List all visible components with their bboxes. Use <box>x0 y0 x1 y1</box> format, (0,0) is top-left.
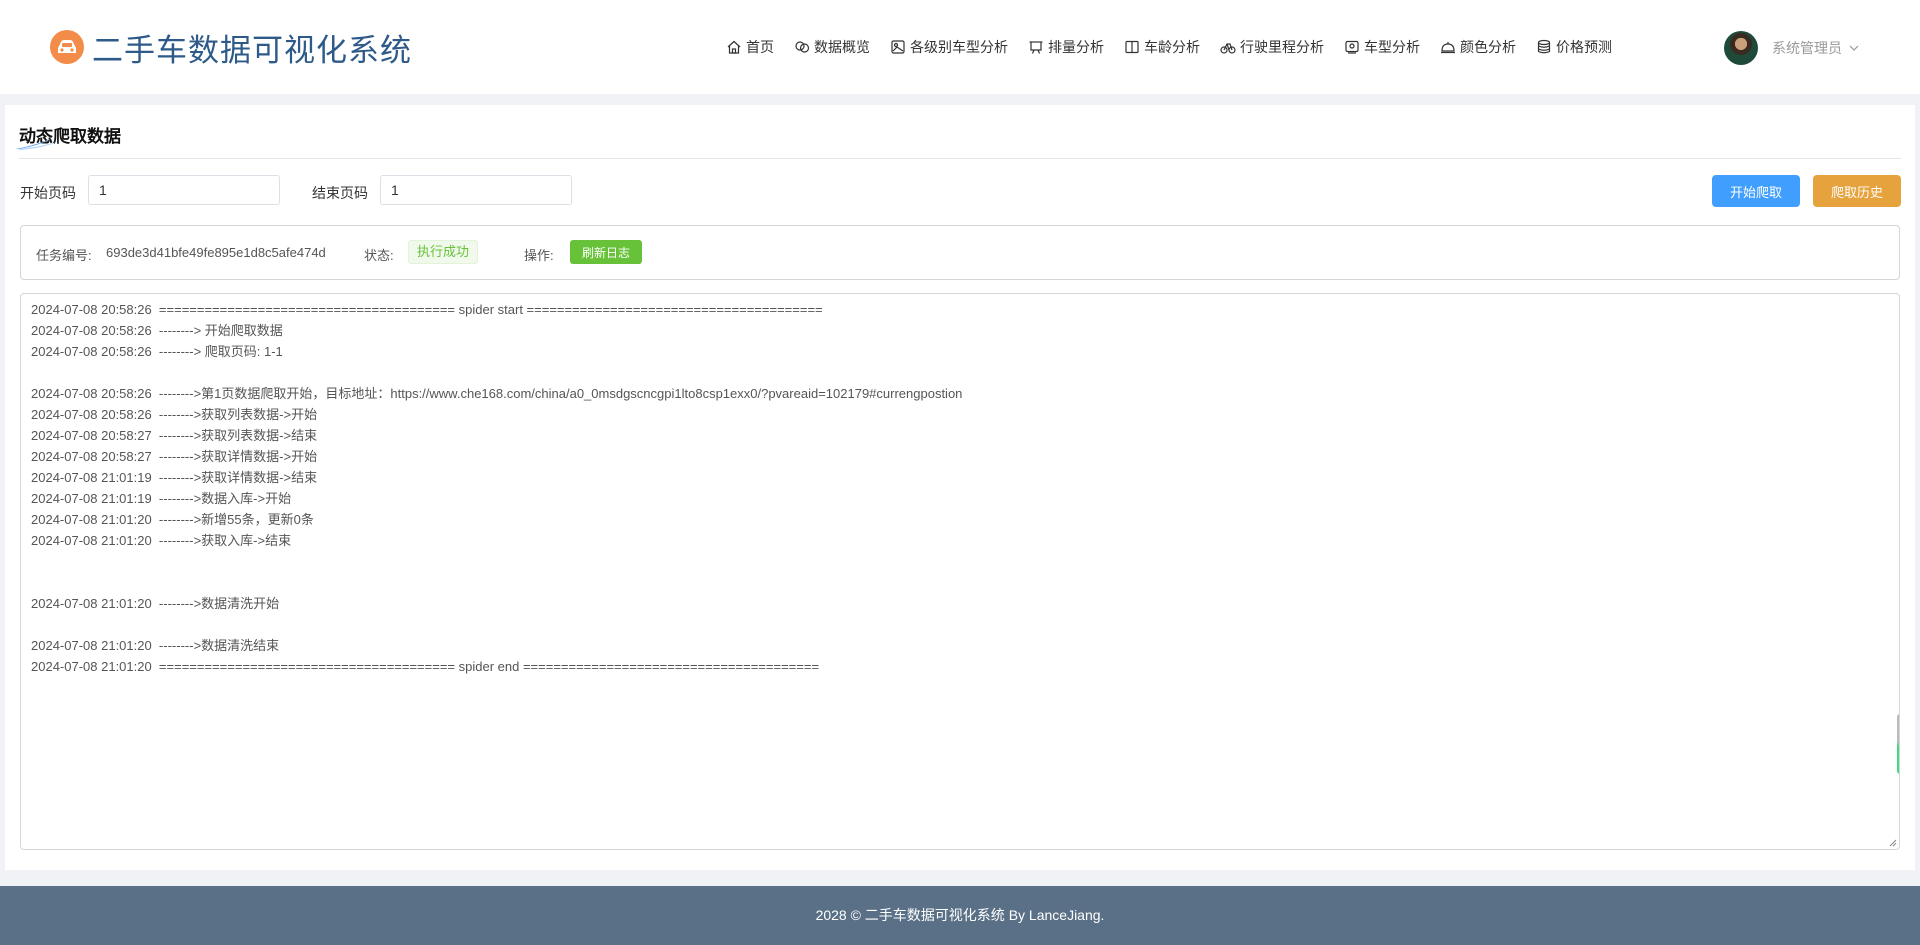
nav-label: 价格预测 <box>1556 39 1612 55</box>
nav-label: 数据概览 <box>814 39 870 55</box>
log-line: 2024-07-08 20:58:26 ====================… <box>31 302 823 317</box>
chevron-down-icon <box>1849 45 1859 51</box>
log-line: 2024-07-08 21:01:20 -------->数据清洗开始 <box>31 596 280 611</box>
nav-item-overview[interactable]: 数据概览 <box>794 37 870 57</box>
task-id-value: 693de3d41bfe49fe895e1d8c5afe474d <box>106 245 326 260</box>
log-line: 2024-07-08 20:58:26 -------->获取列表数据->开始 <box>31 407 318 422</box>
home-icon <box>727 40 741 54</box>
displacement-icon <box>1029 41 1043 54</box>
start-page-label: 开始页码 <box>20 185 76 201</box>
log-line: 2024-07-08 21:01:20 ====================… <box>31 659 820 674</box>
main-nav: 首页 数据概览 各级别车型分析 排量分析 车龄分析 行驶里程分析 车型分析 颜色… <box>726 37 1632 57</box>
car-logo-icon <box>50 30 84 64</box>
nav-item-mileage[interactable]: 行驶里程分析 <box>1220 37 1324 57</box>
log-textarea[interactable]: 2024-07-08 20:58:26 ====================… <box>20 293 1900 850</box>
status-badge: 执行成功 <box>408 240 479 264</box>
crawl-form: 开始页码 结束页码 开始爬取 爬取历史 <box>5 175 1915 209</box>
level-icon <box>891 40 905 54</box>
nav-item-car-model[interactable]: 车型分析 <box>1344 37 1420 57</box>
refresh-log-button[interactable]: 刷新日志 <box>570 240 642 264</box>
top-header: 二手车数据可视化系统 首页 数据概览 各级别车型分析 排量分析 车龄分析 行驶里… <box>0 0 1920 94</box>
nav-label: 各级别车型分析 <box>910 39 1008 55</box>
end-page-input[interactable] <box>380 175 572 205</box>
task-ops-label: 操作: <box>524 248 554 263</box>
app-logo[interactable]: 二手车数据可视化系统 <box>50 27 412 69</box>
log-line: 2024-07-08 20:58:27 -------->获取列表数据->结束 <box>31 428 318 443</box>
log-line: 2024-07-08 21:01:20 -------->数据清洗结束 <box>31 638 280 653</box>
overview-icon <box>795 41 810 53</box>
start-page-input[interactable] <box>88 175 280 205</box>
nav-item-level-analysis[interactable]: 各级别车型分析 <box>890 37 1008 57</box>
log-line: 2024-07-08 21:01:20 -------->获取入库->结束 <box>31 533 292 548</box>
nav-label: 行驶里程分析 <box>1240 39 1324 55</box>
nav-label: 颜色分析 <box>1460 39 1516 55</box>
end-page-label: 结束页码 <box>312 185 368 201</box>
nav-item-home[interactable]: 首页 <box>726 37 774 57</box>
app-title: 二手车数据可视化系统 <box>92 32 412 69</box>
dish-icon <box>1441 42 1455 54</box>
nav-label: 车龄分析 <box>1144 39 1200 55</box>
log-line: 2024-07-08 21:01:19 -------->获取详情数据->结束 <box>31 470 318 485</box>
coin-stack-icon <box>1537 39 1551 54</box>
start-crawl-button[interactable]: 开始爬取 <box>1712 175 1800 207</box>
nav-item-color[interactable]: 颜色分析 <box>1440 37 1516 57</box>
log-line: 2024-07-08 21:01:20 -------->新增55条，更新0条 <box>31 512 314 527</box>
task-info-panel: 任务编号: 693de3d41bfe49fe895e1d8c5afe474d 状… <box>20 225 1900 280</box>
user-name: 系统管理员 <box>1772 40 1842 56</box>
user-menu[interactable]: 系统管理员 <box>1724 31 1860 65</box>
log-line: 2024-07-08 20:58:26 --------> 开始爬取数据 <box>31 323 283 338</box>
task-status-label: 状态: <box>364 248 394 263</box>
nav-label: 排量分析 <box>1048 39 1104 55</box>
book-icon <box>1125 40 1139 54</box>
nav-label: 车型分析 <box>1364 39 1420 55</box>
nav-item-price-prediction[interactable]: 价格预测 <box>1536 37 1612 57</box>
log-line: 2024-07-08 20:58:26 --------> 爬取页码: 1-1 <box>31 344 283 359</box>
car-model-icon <box>1345 40 1359 54</box>
nav-item-displacement[interactable]: 排量分析 <box>1028 37 1104 57</box>
resize-grip-icon[interactable] <box>1889 839 1897 847</box>
log-lines: 2024-07-08 20:58:26 ====================… <box>31 299 1889 677</box>
crawl-card: 动态爬取数据 开始页码 结束页码 开始爬取 爬取历史 任务编号: 693de3d… <box>5 105 1915 870</box>
log-line: 2024-07-08 20:58:26 -------->第1页数据爬取开始，目… <box>31 386 963 401</box>
crawl-history-button[interactable]: 爬取历史 <box>1813 175 1901 207</box>
title-decoration <box>15 138 61 150</box>
log-line: 2024-07-08 21:01:19 -------->数据入库->开始 <box>31 491 292 506</box>
nav-label: 首页 <box>746 39 774 55</box>
footer: 2028 © 二手车数据可视化系统 By LanceJiang. <box>0 886 1920 945</box>
log-line: 2024-07-08 20:58:27 -------->获取详情数据->开始 <box>31 449 318 464</box>
title-divider <box>19 158 1901 159</box>
avatar[interactable] <box>1724 31 1758 65</box>
scrollbar[interactable] <box>1897 714 1899 774</box>
bicycle-icon <box>1220 43 1236 54</box>
task-id-label: 任务编号: <box>36 248 92 263</box>
nav-item-car-age[interactable]: 车龄分析 <box>1124 37 1200 57</box>
